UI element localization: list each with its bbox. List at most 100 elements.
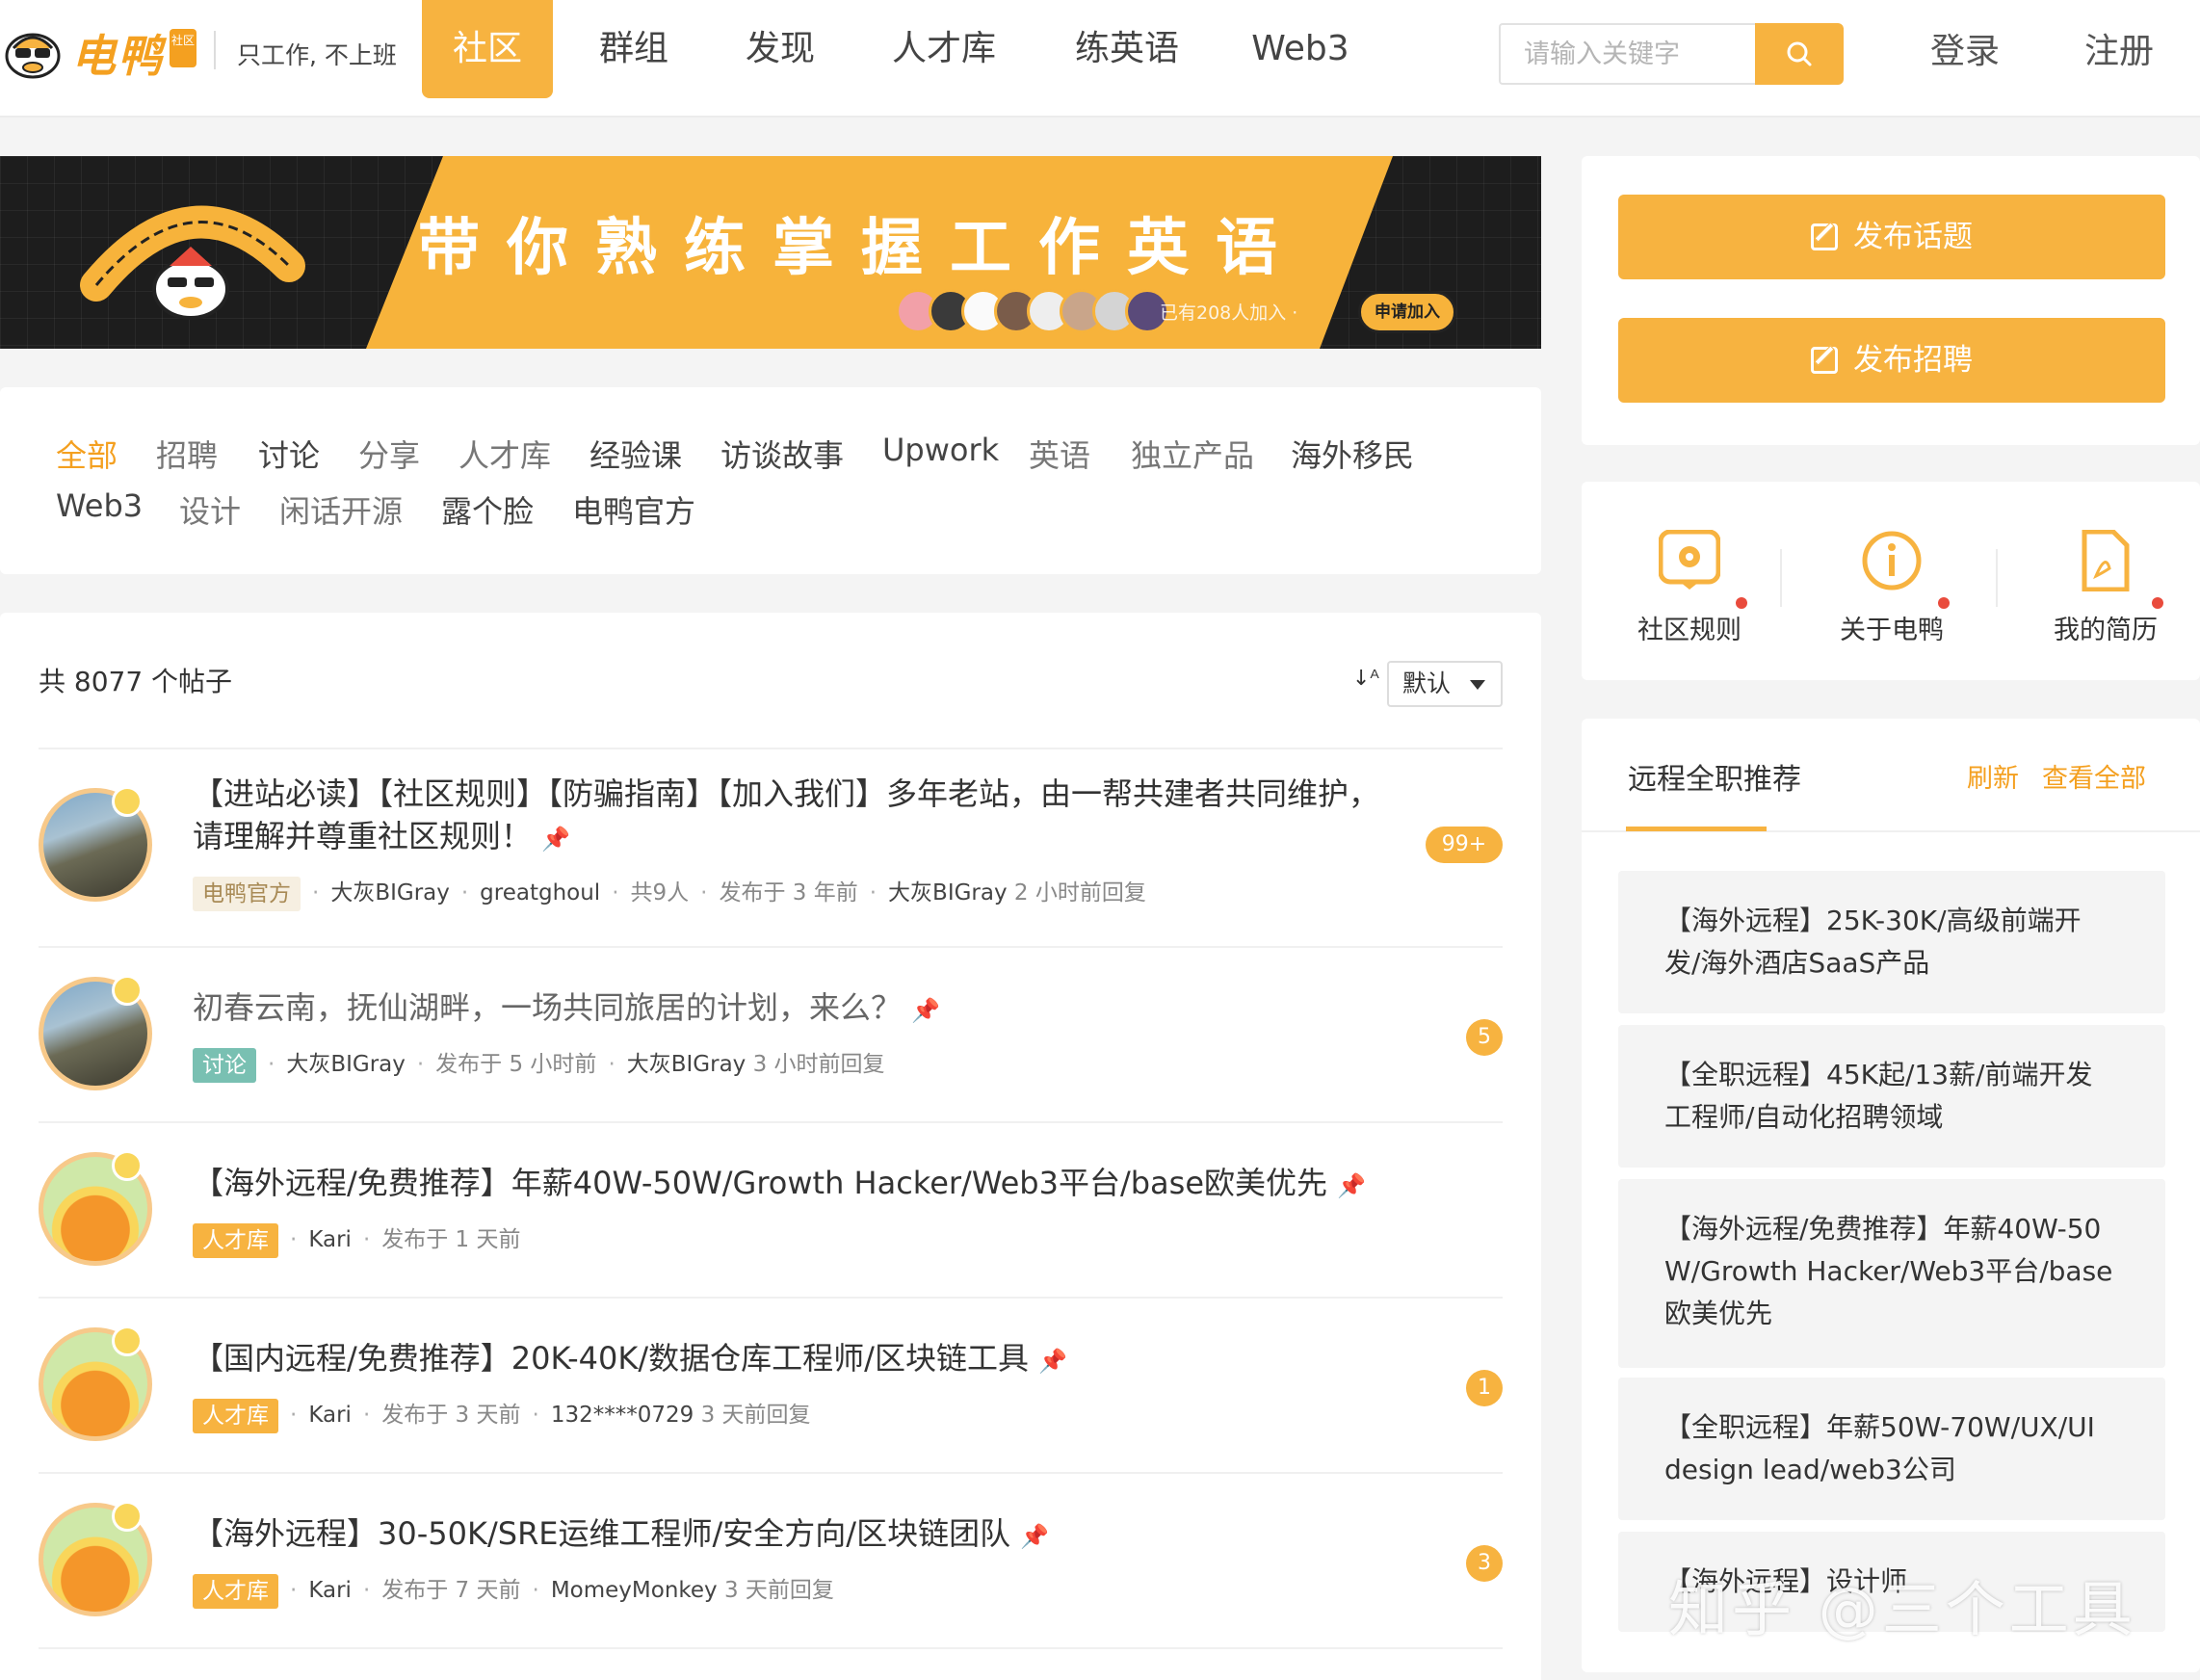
duck-logo-icon[interactable] bbox=[4, 19, 62, 79]
post-title-cont[interactable]: 请理解并尊重社区规则！ 📌 bbox=[193, 815, 570, 860]
category-design[interactable]: 设计 bbox=[179, 487, 241, 532]
brand-name[interactable]: 电鸭 bbox=[71, 21, 164, 85]
remote-jobs-card: 远程全职推荐 刷新 查看全部 【海外远程】25K-30K/高级前端开 发/海外酒店… bbox=[1582, 719, 2200, 1672]
post-title[interactable]: 【国内远程/免费推荐】20K-40K/数据仓库工程师/区块链工具 📌 bbox=[193, 1337, 1067, 1382]
register-link[interactable]: 注册 bbox=[2084, 23, 2154, 81]
job-item[interactable]: 【全职远程】45K起/13薪/前端开发 工程师/自动化招聘领域 bbox=[1618, 1025, 2165, 1168]
edit-icon bbox=[1811, 347, 1838, 374]
post-tag[interactable]: 人才库 bbox=[193, 1398, 278, 1433]
quick-link-rules[interactable]: 社区规则 bbox=[1603, 529, 1776, 646]
post-row[interactable]: 【进站必读】【社区规则】【防骗指南】【加入我们】多年老站，由一帮共建者共同维护，… bbox=[39, 748, 1503, 946]
category-discussion[interactable]: 讨论 bbox=[258, 432, 320, 476]
resume-pdf-icon bbox=[2082, 529, 2130, 592]
reply-count: 5 bbox=[1466, 1019, 1503, 1056]
post-replier[interactable]: 132****0729 bbox=[551, 1403, 694, 1428]
quick-links-card: 社区规则 关于电鸭 我的简历 bbox=[1582, 482, 2200, 680]
rules-gear-icon bbox=[1658, 529, 1721, 590]
banner-joined-count: 已有208人加入 · bbox=[1160, 302, 1298, 324]
post-list: 共 8077 个帖子 ↓ᴬ 默认 【进站必读】【社区规则】【防骗指南】【加入我们… bbox=[0, 613, 1541, 1680]
search-button[interactable] bbox=[1755, 23, 1844, 85]
slogan: 只工作, 不上班 bbox=[237, 41, 397, 69]
search-input[interactable] bbox=[1501, 25, 1755, 83]
category-english[interactable]: 英语 bbox=[1029, 432, 1090, 476]
publish-job-button[interactable]: 发布招聘 bbox=[1618, 318, 2165, 403]
post-meta: 人才库 · Kari · 发布于 3 天前 · 132****0729 3 天前回复 bbox=[193, 1397, 811, 1433]
nav-talent[interactable]: 人才库 bbox=[877, 0, 1011, 98]
nav-discover[interactable]: 发现 bbox=[724, 0, 836, 98]
quick-link-about[interactable]: 关于电鸭 bbox=[1805, 530, 1978, 646]
post-meta: 人才库 · Kari · 发布于 1 天前 bbox=[193, 1221, 521, 1258]
category-official[interactable]: 电鸭官方 bbox=[572, 487, 695, 532]
post-replier[interactable]: 大灰BIGray bbox=[627, 1052, 746, 1077]
avatar-badge-icon bbox=[112, 975, 143, 1006]
post-row[interactable]: 初春云南，抚仙湖畔，一场共同旅居的计划，来么？ 📌 讨论 · 大灰BIGray · 发布于… bbox=[39, 946, 1503, 1121]
avatar-badge-icon bbox=[112, 1501, 143, 1532]
job-item[interactable]: 【海外远程/免费推荐】年薪40W-50 W/Growth Hacker/Web3平… bbox=[1618, 1179, 2165, 1368]
post-title[interactable]: 【海外远程/免费推荐】年薪40W-50W/Growth Hacker/Web3平… bbox=[193, 1162, 1366, 1207]
post-title[interactable]: 初春云南，抚仙湖畔，一场共同旅居的计划，来么？ 📌 bbox=[193, 986, 940, 1032]
brand-tag: 社区 bbox=[170, 29, 196, 67]
post-time: 发布于 3 天前 bbox=[381, 1403, 521, 1428]
post-title[interactable]: 【海外远程】30-50K/SRE运维工程师/安全方向/区块链团队 📌 bbox=[193, 1512, 1049, 1558]
brand-divider bbox=[214, 31, 216, 69]
post-replied: 3 天前回复 bbox=[723, 1578, 834, 1603]
post-meta: 人才库 · Kari · 发布于 7 天前 · MomeyMonkey 3 天前回复 bbox=[193, 1572, 834, 1609]
post-replied: 3 小时前回复 bbox=[752, 1052, 885, 1077]
post-author[interactable]: Kari bbox=[308, 1578, 352, 1603]
english-club-badge-icon bbox=[80, 205, 305, 320]
post-author[interactable]: Kari bbox=[308, 1403, 352, 1428]
post-coauthor[interactable]: greatghoul bbox=[480, 880, 600, 906]
english-club-banner[interactable]: 带你熟练掌握工作英语 已有208人加入 · 申请加入 bbox=[0, 156, 1541, 349]
category-showface[interactable]: 露个脸 bbox=[441, 487, 534, 532]
post-row[interactable]: 【国内远程/免费推荐】20K-40K/数据仓库工程师/区块链工具 📌 人才库 · Ka… bbox=[39, 1297, 1503, 1472]
nav-groups[interactable]: 群组 bbox=[578, 0, 690, 98]
banner-apply-button[interactable]: 申请加入 bbox=[1358, 291, 1456, 333]
nav-web3[interactable]: Web3 bbox=[1243, 0, 1358, 98]
jobs-view-all-link[interactable]: 查看全部 bbox=[2042, 757, 2146, 795]
category-web3[interactable]: Web3 bbox=[56, 487, 143, 524]
sort-select[interactable]: 默认 bbox=[1387, 661, 1503, 707]
post-author[interactable]: 大灰BIGray bbox=[286, 1052, 406, 1077]
nav-community[interactable]: 社区 bbox=[422, 0, 553, 98]
category-indie[interactable]: 独立产品 bbox=[1131, 432, 1254, 476]
quick-link-resume[interactable]: 我的简历 bbox=[2019, 529, 2192, 646]
jobs-refresh-link[interactable]: 刷新 bbox=[1967, 757, 2019, 795]
post-tag[interactable]: 电鸭官方 bbox=[193, 876, 301, 911]
job-item[interactable]: 【全职远程】年薪50W-70W/UX/UI design lead/web3公司 bbox=[1618, 1378, 2165, 1520]
top-navbar: 电鸭 社区 只工作, 不上班 社区 群组 发现 人才库 练英语 Web3 登录 … bbox=[0, 0, 2200, 118]
post-row[interactable]: 【海外远程/免费推荐】年薪40W-50W/Growth Hacker/Web3平… bbox=[39, 1121, 1503, 1297]
job-item[interactable]: 【海外远程】25K-30K/高级前端开 发/海外酒店SaaS产品 bbox=[1618, 871, 2165, 1013]
avatar-badge-icon bbox=[112, 1150, 143, 1181]
category-opensource[interactable]: 闲话开源 bbox=[279, 487, 403, 532]
jobs-title: 远程全职推荐 bbox=[1628, 763, 1801, 797]
category-course[interactable]: 经验课 bbox=[589, 432, 682, 476]
post-replier[interactable]: MomeyMonkey bbox=[551, 1578, 718, 1603]
pin-icon: 📌 bbox=[1037, 1348, 1067, 1375]
reply-count: 3 bbox=[1466, 1545, 1503, 1582]
post-time: 发布于 3 年前 bbox=[719, 880, 858, 906]
jobs-tab-indicator bbox=[1626, 827, 1767, 831]
sort-icon[interactable]: ↓ᴬ bbox=[1352, 667, 1379, 691]
post-author[interactable]: Kari bbox=[308, 1227, 352, 1252]
banner-title: 带你熟练掌握工作英语 bbox=[418, 213, 1304, 284]
category-immigration[interactable]: 海外移民 bbox=[1291, 432, 1414, 476]
category-talent[interactable]: 人才库 bbox=[458, 432, 551, 476]
login-link[interactable]: 登录 bbox=[1930, 23, 2000, 81]
post-people: 共9人 bbox=[630, 880, 690, 906]
post-title[interactable]: 【进站必读】【社区规则】【防骗指南】【加入我们】多年老站，由一帮共建者共同维护， bbox=[193, 773, 1379, 815]
category-upwork[interactable]: Upwork bbox=[882, 432, 999, 468]
post-meta: 讨论 · 大灰BIGray · 发布于 5 小时前 · 大灰BIGray 3 小时前回复 bbox=[193, 1046, 885, 1083]
category-all[interactable]: 全部 bbox=[56, 432, 118, 476]
post-tag[interactable]: 人才库 bbox=[193, 1573, 278, 1609]
nav-english[interactable]: 练英语 bbox=[1060, 0, 1194, 98]
post-tag[interactable]: 人才库 bbox=[193, 1222, 278, 1258]
publish-topic-button[interactable]: 发布话题 bbox=[1618, 195, 2165, 279]
post-replied: 3 天前回复 bbox=[700, 1403, 811, 1428]
category-jobs[interactable]: 招聘 bbox=[156, 432, 218, 476]
post-row[interactable]: 【海外远程】30-50K/SRE运维工程师/安全方向/区块链团队 📌 人才库 · Ka… bbox=[39, 1472, 1503, 1647]
category-share[interactable]: 分享 bbox=[358, 432, 420, 476]
category-interviews[interactable]: 访谈故事 bbox=[720, 432, 844, 476]
post-tag[interactable]: 讨论 bbox=[193, 1047, 256, 1083]
post-replier[interactable]: 大灰BIGray bbox=[888, 880, 1008, 906]
post-author[interactable]: 大灰BIGray bbox=[330, 880, 450, 906]
